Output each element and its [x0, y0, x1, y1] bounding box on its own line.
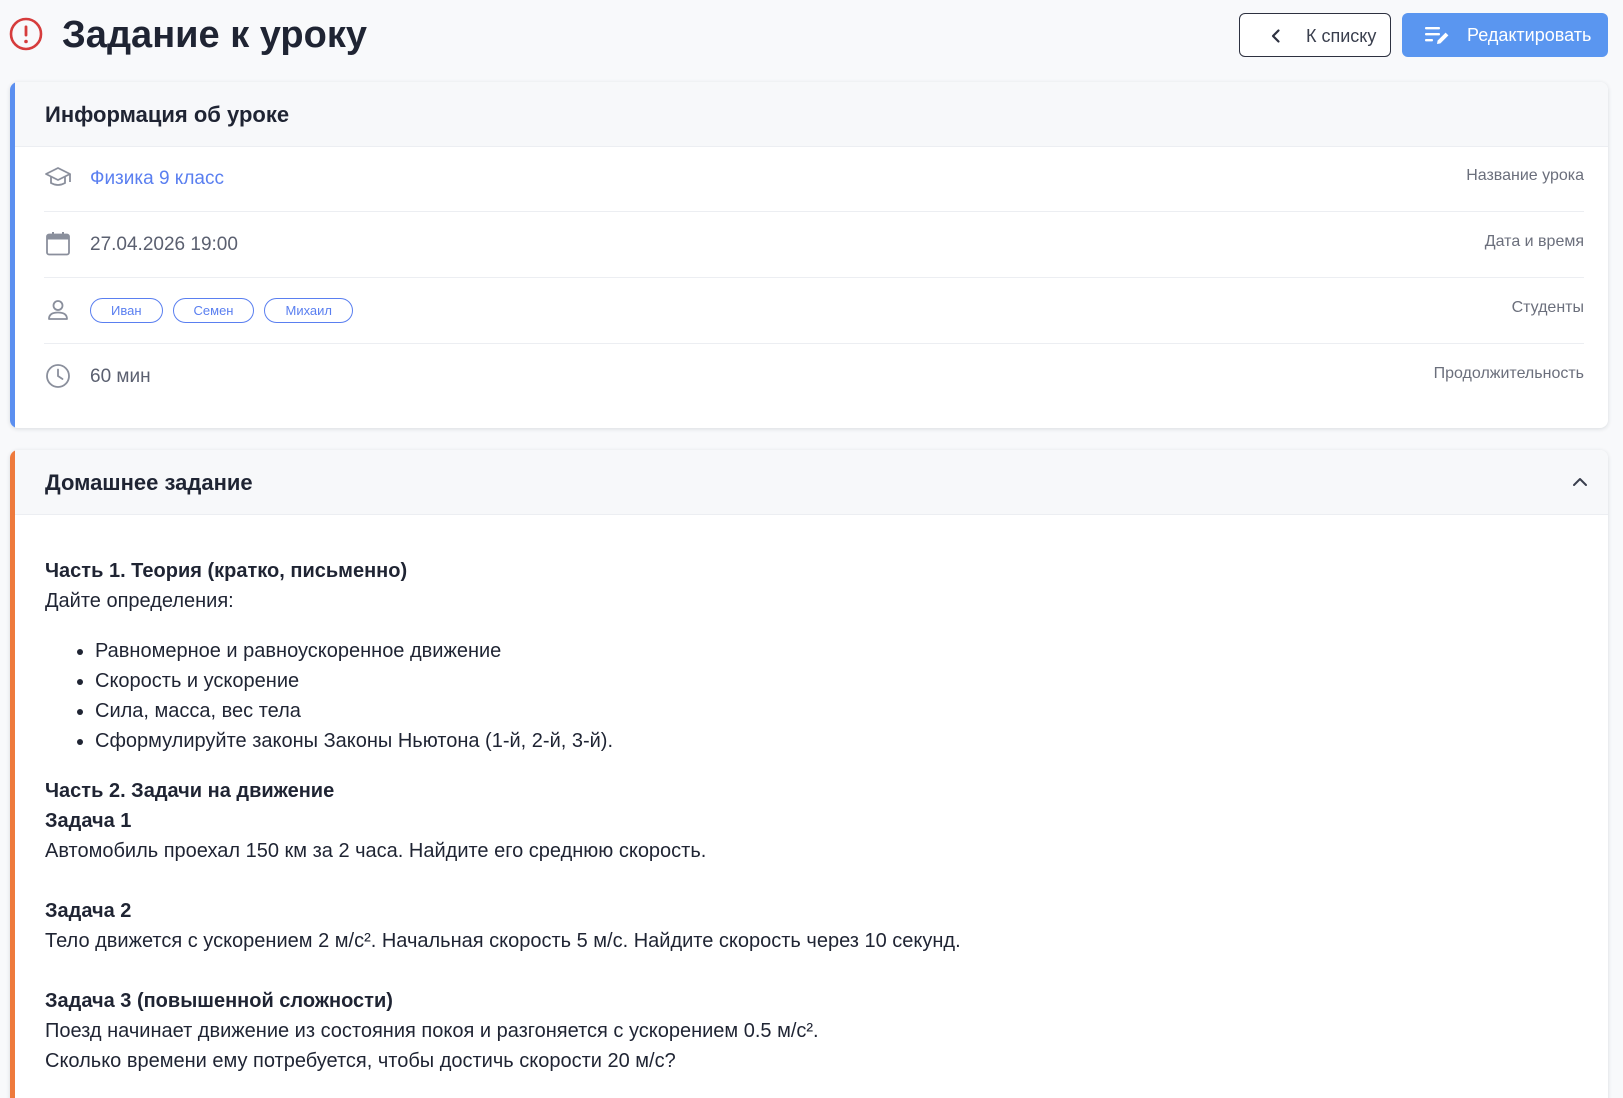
card-accent-bar — [10, 450, 15, 1098]
part1-intro: Дайте определения: — [45, 590, 234, 612]
chevron-up-icon[interactable] — [1570, 472, 1590, 492]
card-header: Домашнее задание — [15, 450, 1608, 515]
homework-content: Часть 1. Теория (кратко, письменно) Дайт… — [45, 556, 1585, 1076]
list-item: Сила, масса, вес тела — [95, 696, 1585, 726]
alert-circle-icon — [9, 17, 43, 51]
student-chip[interactable]: Иван — [90, 298, 163, 323]
definitions-list: Равномерное и равноускоренное движение С… — [45, 636, 1585, 756]
list-item: Сформулируйте законы Законы Ньютона (1-й… — [95, 726, 1585, 756]
chevron-left-icon — [1271, 29, 1280, 43]
page-title: Задание к уроку — [62, 14, 367, 56]
list-item: Скорость и ускорение — [95, 666, 1585, 696]
back-to-list-button[interactable]: К списку — [1239, 13, 1391, 57]
lesson-name-link[interactable]: Физика 9 класс — [90, 167, 224, 191]
task3-heading: Задача 3 (повышенной сложности) — [45, 990, 393, 1012]
graduation-cap-icon — [45, 167, 71, 186]
card-header: Информация об уроке — [15, 82, 1608, 147]
info-row-lesson-name: Физика 9 класс Название урока — [44, 146, 1584, 212]
task2-heading: Задача 2 — [45, 900, 132, 922]
info-row-students: Иван Семен Михаил Студенты — [44, 278, 1584, 344]
person-icon — [48, 300, 68, 320]
task3-text-line2: Сколько времени ему потребуется, чтобы д… — [45, 1050, 676, 1072]
card-title: Информация об уроке — [45, 102, 290, 127]
students-label: Студенты — [1511, 299, 1584, 316]
homework-card: Домашнее задание Часть 1. Теория (кратко… — [10, 450, 1608, 1098]
clock-icon — [46, 364, 70, 388]
task2-text: Тело движется с ускорением 2 м/с². Начал… — [45, 930, 961, 952]
duration-label: Продолжительность — [1433, 365, 1584, 382]
edit-button-label: Редактировать — [1467, 25, 1592, 45]
part1-heading: Часть 1. Теория (кратко, письменно) — [45, 560, 408, 582]
task1-heading: Задача 1 — [45, 810, 132, 832]
edit-button[interactable]: Редактировать — [1402, 13, 1608, 57]
calendar-icon — [46, 232, 70, 256]
back-button-label: К списку — [1306, 26, 1377, 46]
list-item: Равномерное и равноускоренное движение — [95, 636, 1585, 666]
page-header: Задание к уроку К списку Редактировать — [0, 0, 1623, 80]
card-title: Домашнее задание — [45, 470, 253, 495]
lesson-datetime: 27.04.2026 19:00 — [90, 234, 238, 255]
info-row-duration: 60 мин Продолжительность — [44, 344, 1584, 410]
info-row-datetime: 27.04.2026 19:00 Дата и время — [44, 212, 1584, 278]
student-chips: Иван Семен Михаил — [90, 298, 354, 323]
student-chip[interactable]: Михаил — [264, 298, 354, 323]
datetime-label: Дата и время — [1484, 233, 1584, 250]
task1-text: Автомобиль проехал 150 км за 2 часа. Най… — [45, 840, 707, 862]
lesson-duration: 60 мин — [90, 366, 151, 387]
edit-note-icon — [1425, 27, 1449, 44]
lesson-task-page: Задание к уроку К списку Редактировать И… — [0, 0, 1623, 1098]
part2-heading: Часть 2. Задачи на движение — [45, 780, 335, 802]
student-chip[interactable]: Семен — [172, 298, 255, 323]
lesson-name-label: Название урока — [1466, 167, 1584, 184]
lesson-info-card: Информация об уроке Физика 9 класс Назва… — [10, 82, 1608, 428]
task3-text-line1: Поезд начинает движение из состояния пок… — [45, 1020, 819, 1042]
